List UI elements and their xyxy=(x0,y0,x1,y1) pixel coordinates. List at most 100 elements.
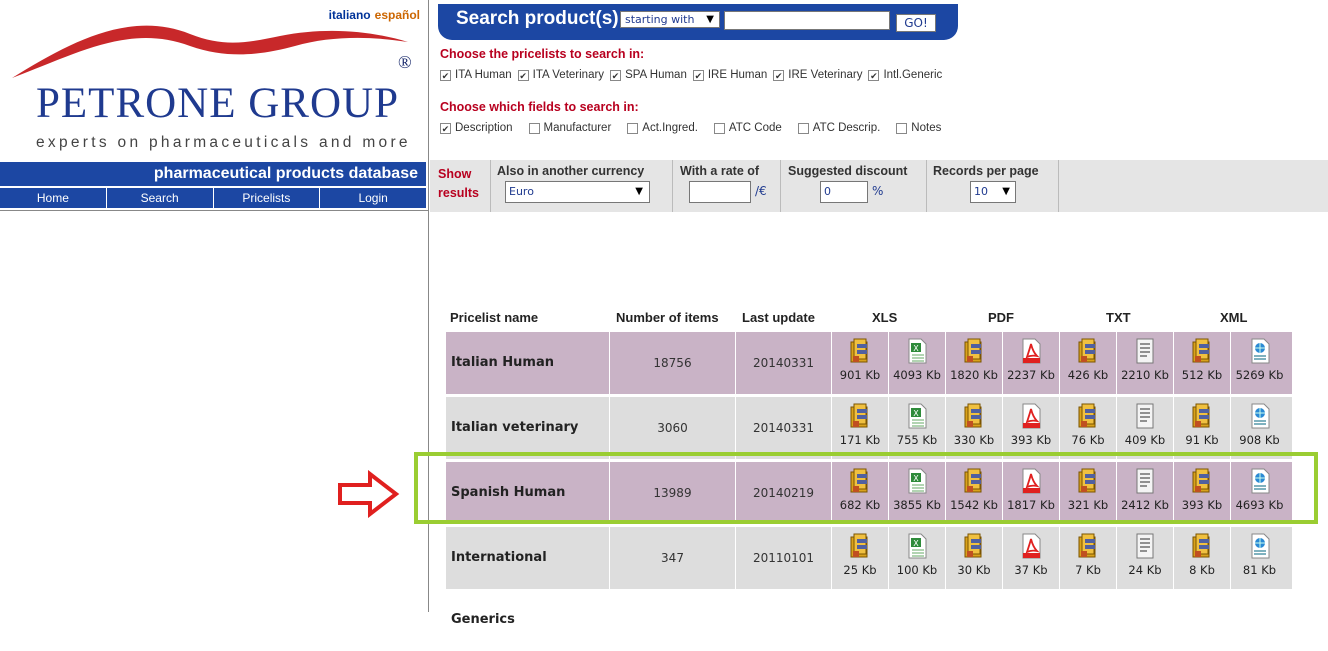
pricelist-checkbox[interactable]: ✔ xyxy=(610,69,622,81)
highlight-box xyxy=(414,452,1318,524)
text-file-icon xyxy=(1117,338,1173,368)
pricelist-name: International Generics xyxy=(446,527,610,627)
download-link[interactable]: 409 Kb xyxy=(1117,397,1174,459)
download-link[interactable]: 330 Kb xyxy=(946,397,1003,459)
svg-text:X: X xyxy=(913,344,919,353)
field-option: Act.Ingred. xyxy=(627,122,698,134)
download-link[interactable]: 393 Kb xyxy=(1003,397,1060,459)
zip-archive-icon xyxy=(1174,533,1230,563)
file-size: 30 Kb xyxy=(957,563,991,577)
pricelist-checkbox[interactable]: ✔ xyxy=(773,69,785,81)
rate-input[interactable] xyxy=(689,181,751,203)
header-xml: XML xyxy=(1220,310,1248,325)
pdf-file-icon xyxy=(1003,533,1059,563)
search-label: Search product(s): xyxy=(456,8,625,29)
nav-home[interactable]: Home xyxy=(0,188,107,208)
field-checkbox[interactable] xyxy=(528,122,540,134)
download-link[interactable]: 1820 Kb xyxy=(946,332,1003,394)
red-arrow-icon xyxy=(338,470,400,518)
discount-label: Suggested discount xyxy=(788,164,908,178)
pricelist-label: ITA Human xyxy=(455,69,512,81)
nav-search[interactable]: Search xyxy=(107,188,214,208)
rate-label: With a rate of xyxy=(680,164,760,178)
download-link[interactable]: 171 Kb xyxy=(832,397,889,459)
download-link[interactable]: 2237 Kb xyxy=(1003,332,1060,394)
dropdown-arrow-icon: ▼ xyxy=(706,14,714,25)
pricelist-checkbox[interactable]: ✔ xyxy=(868,69,880,81)
discount-input[interactable]: 0 xyxy=(820,181,868,203)
xml-file-icon xyxy=(1231,533,1288,563)
item-count: 347 xyxy=(610,527,736,589)
download-link[interactable]: 2210 Kb xyxy=(1117,332,1174,394)
field-checkbox[interactable] xyxy=(627,122,639,134)
nav-login[interactable]: Login xyxy=(320,188,426,208)
download-link[interactable]: 24 Kb xyxy=(1117,527,1174,589)
zip-archive-icon xyxy=(832,533,888,563)
go-button[interactable]: GO! xyxy=(896,14,936,32)
download-link[interactable]: 30 Kb xyxy=(946,527,1003,589)
header-pdf: PDF xyxy=(988,310,1014,325)
currency-select[interactable]: Euro ▼ xyxy=(505,181,650,203)
svg-text:X: X xyxy=(913,409,919,418)
text-file-icon xyxy=(1117,403,1173,433)
pdf-file-icon xyxy=(1003,403,1059,433)
download-link[interactable]: 76 Kb xyxy=(1060,397,1117,459)
download-link[interactable]: 37 Kb xyxy=(1003,527,1060,589)
download-link[interactable]: 512 Kb xyxy=(1174,332,1231,394)
download-link[interactable]: 901 Kb xyxy=(832,332,889,394)
download-link[interactable]: 5269 Kb xyxy=(1231,332,1288,394)
field-option: ✔ Description xyxy=(440,122,513,134)
pricelist-name: Italian veterinary xyxy=(446,397,610,459)
file-size: 91 Kb xyxy=(1185,433,1219,447)
file-size: 755 Kb xyxy=(896,433,938,447)
field-checkbox[interactable] xyxy=(797,122,809,134)
download-link[interactable]: X 755 Kb xyxy=(889,397,946,459)
fields-label: Choose which fields to search in: xyxy=(440,100,639,114)
main-nav: Home Search Pricelists Login xyxy=(0,188,426,208)
field-checkbox[interactable] xyxy=(896,122,908,134)
download-link[interactable]: 426 Kb xyxy=(1060,332,1117,394)
download-link[interactable]: X 4093 Kb xyxy=(889,332,946,394)
file-size: 330 Kb xyxy=(953,433,995,447)
download-link[interactable]: 25 Kb xyxy=(832,527,889,589)
field-label: Manufacturer xyxy=(543,122,612,134)
zip-archive-icon xyxy=(832,403,888,433)
download-link[interactable]: 91 Kb xyxy=(1174,397,1231,459)
field-checkbox[interactable]: ✔ xyxy=(440,122,451,134)
text-file-icon xyxy=(1117,533,1173,563)
currency-label: Also in another currency xyxy=(497,164,645,178)
zip-archive-icon xyxy=(946,533,1002,563)
field-label: Notes xyxy=(911,122,942,134)
pricelists-label: Choose the pricelists to search in: xyxy=(440,47,645,61)
zip-archive-icon xyxy=(946,338,1002,368)
download-link[interactable]: X 100 Kb xyxy=(889,527,946,589)
pricelist-checkbox[interactable]: ✔ xyxy=(692,69,704,81)
brand-tagline: experts on pharmaceuticals and more xyxy=(36,134,411,151)
download-link[interactable]: 7 Kb xyxy=(1060,527,1117,589)
zip-archive-icon xyxy=(1060,403,1116,433)
download-link[interactable]: 8 Kb xyxy=(1174,527,1231,589)
file-size: 24 Kb xyxy=(1128,563,1162,577)
records-select[interactable]: 10 ▼ xyxy=(970,181,1016,203)
file-size: 81 Kb xyxy=(1242,563,1277,577)
field-option: ATC Code xyxy=(713,122,782,134)
file-size: 901 Kb xyxy=(839,368,881,382)
separator xyxy=(490,160,491,212)
search-mode-select[interactable]: starting with ▼ xyxy=(620,11,720,28)
download-link[interactable]: 908 Kb xyxy=(1231,397,1288,459)
file-size: 25 Kb xyxy=(843,563,877,577)
pricelist-checkbox[interactable]: ✔ xyxy=(440,69,451,81)
registered-mark: ® xyxy=(398,52,412,72)
zip-archive-icon xyxy=(946,403,1002,433)
rate-unit: /€ xyxy=(755,184,767,198)
download-link[interactable]: 81 Kb xyxy=(1231,527,1288,589)
field-checkbox[interactable] xyxy=(713,122,725,134)
zip-archive-icon xyxy=(832,338,888,368)
nav-pricelists[interactable]: Pricelists xyxy=(214,188,321,208)
pricelist-checkbox[interactable]: ✔ xyxy=(517,69,529,81)
show-results-button[interactable]: Show results xyxy=(438,165,490,203)
separator xyxy=(672,160,673,212)
search-input[interactable] xyxy=(724,11,890,30)
file-size: 2237 Kb xyxy=(1007,368,1055,382)
pricelist-label: Intl.Generic xyxy=(883,69,943,81)
